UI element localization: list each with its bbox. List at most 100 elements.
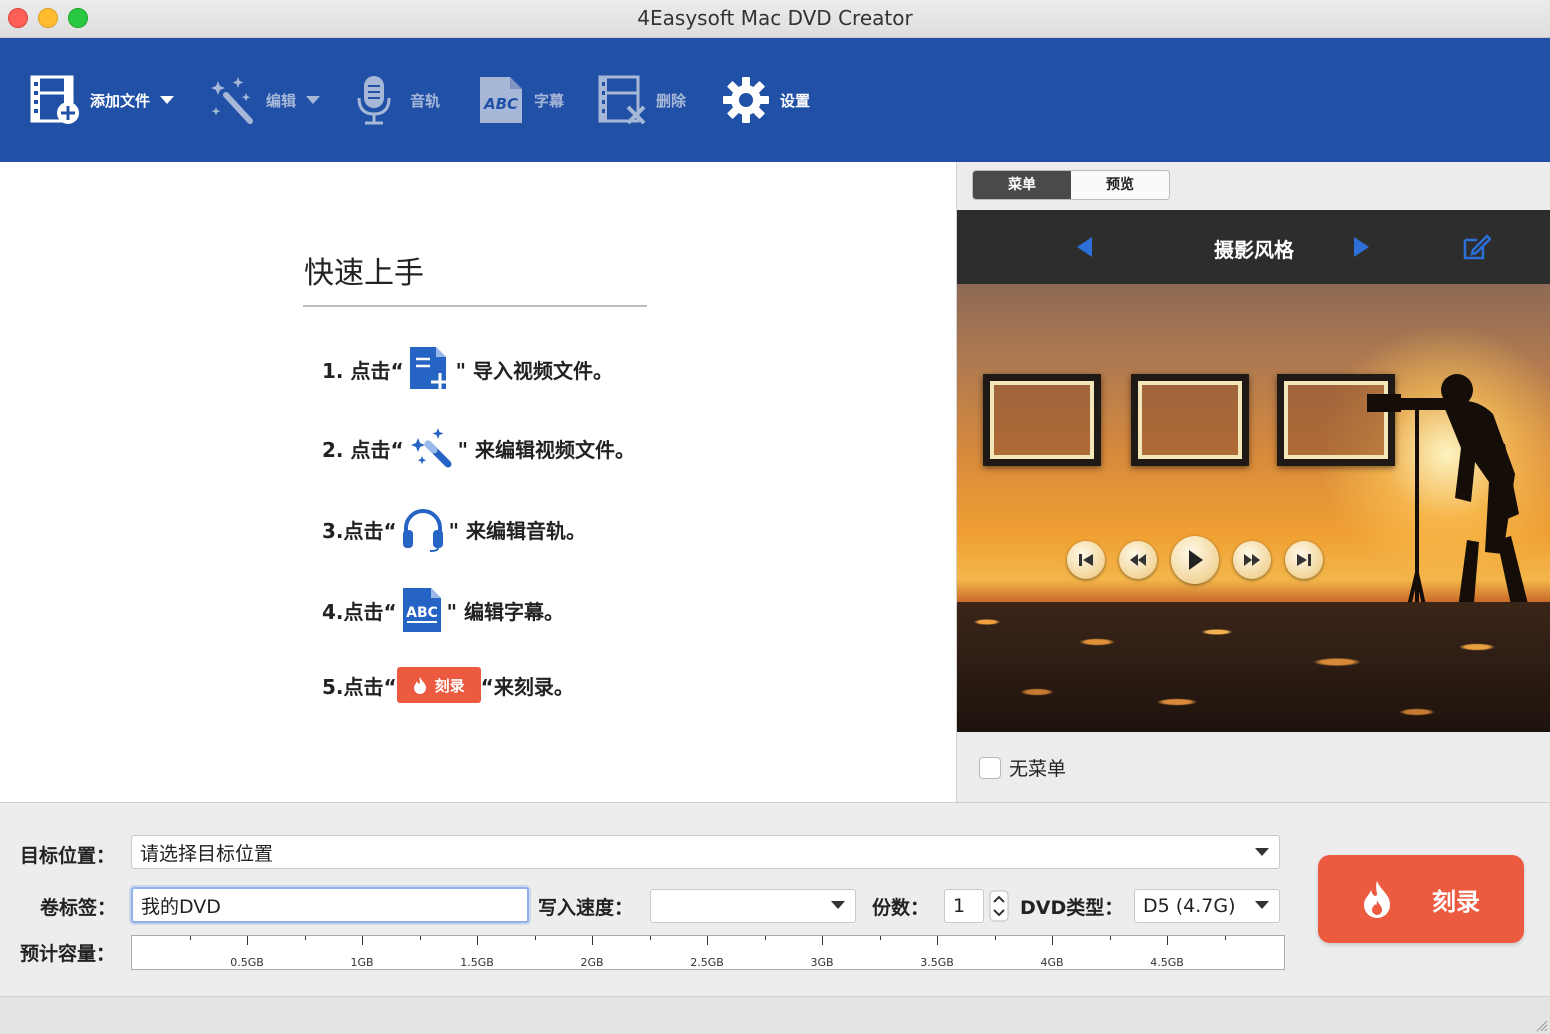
burn-mini-badge: 刻录 <box>396 667 481 703</box>
capacity-major-tick <box>362 936 363 945</box>
chapter-thumbnail-1[interactable] <box>983 374 1101 466</box>
capacity-major-tick <box>1167 936 1168 945</box>
capacity-minor-tick <box>994 936 996 940</box>
target-location-select[interactable]: 请选择目标位置 <box>131 835 1280 869</box>
capacity-major-tick <box>1052 936 1053 945</box>
skip-end-button[interactable] <box>1285 541 1323 579</box>
edit-dropdown-icon[interactable] <box>306 96 321 104</box>
quickstart-title: 快速上手 <box>304 256 424 291</box>
add-file-button[interactable]: 添加文件 <box>30 38 175 162</box>
quickstart-divider <box>303 305 647 307</box>
copies-input[interactable]: 1 <box>944 889 984 923</box>
write-speed-select[interactable] <box>650 889 856 923</box>
capacity-tick-label: 4GB <box>1040 956 1064 969</box>
copies-stepper[interactable] <box>989 890 1009 922</box>
menu-preview-image <box>957 284 1550 732</box>
no-menu-checkbox[interactable] <box>979 756 1001 779</box>
title-bar: 4Easysoft Mac DVD Creator <box>0 0 1550 38</box>
capacity-tick-label: 0.5GB <box>230 956 264 969</box>
subtitle-label: 字幕 <box>534 91 565 110</box>
quickstart-step-1: 1. 点击“ " 导入视频文件。 <box>322 344 613 394</box>
target-location-dropdown-icon[interactable] <box>1255 848 1269 856</box>
volume-label-label: 卷标签： <box>40 897 117 919</box>
menu-panel: 菜单 预览 摄影风格 无菜单 <box>956 162 1550 802</box>
capacity-minor-tick <box>764 936 766 940</box>
magic-wand-icon <box>408 426 454 470</box>
app-window: 4Easysoft Mac DVD Creator 添加文件 编辑 音轨 ABC… <box>0 0 1550 1034</box>
add-file-label: 添加文件 <box>90 91 151 110</box>
settings-button[interactable]: 设置 <box>722 38 810 162</box>
capacity-major-tick <box>477 936 478 945</box>
burn-button[interactable]: 刻录 <box>1318 855 1524 943</box>
fast-forward-button[interactable] <box>1233 541 1271 579</box>
gear-icon <box>723 77 769 123</box>
tab-menu[interactable]: 菜单 <box>973 171 1071 199</box>
capacity-tick-label: 1GB <box>350 956 374 969</box>
capacity-major-tick <box>707 936 708 945</box>
resize-grip-icon[interactable] <box>1534 1018 1548 1032</box>
capacity-major-tick <box>937 936 938 945</box>
delete-film-icon <box>598 75 646 125</box>
capacity-minor-tick <box>304 936 306 940</box>
rewind-icon <box>1130 554 1146 566</box>
edit-label: 编辑 <box>266 91 297 110</box>
capacity-bar: 0.5GB 1GB 1.5GB 2GB 2.5GB 3GB 3.5GB 4GB 4.5GB <box>131 935 1285 970</box>
play-button[interactable] <box>1171 536 1219 584</box>
rewind-button[interactable] <box>1119 541 1157 579</box>
main-toolbar: 添加文件 编辑 音轨 ABC 字幕 删除 设置 <box>0 38 1550 162</box>
write-speed-label: 写入速度： <box>538 897 634 919</box>
capacity-tick-label: 3.5GB <box>920 956 954 969</box>
skip-start-icon <box>1079 554 1093 566</box>
audio-track-button[interactable]: 音轨 <box>356 38 440 162</box>
tab-preview[interactable]: 预览 <box>1071 171 1169 199</box>
quickstart-panel: 快速上手 1. 点击“ " 导入视频文件。 2. 点击“ " 来编辑视频文件。 … <box>0 162 956 802</box>
delete-button[interactable]: 删除 <box>598 38 686 162</box>
subtitle-button[interactable]: ABC 字幕 <box>478 38 564 162</box>
microphone-icon <box>357 76 391 125</box>
skip-start-button[interactable] <box>1067 541 1105 579</box>
dvd-type-label: DVD类型： <box>1020 897 1124 919</box>
add-file-icon <box>30 75 79 124</box>
add-file-dropdown-icon[interactable] <box>160 96 175 104</box>
headphones-icon <box>401 506 445 552</box>
capacity-major-tick <box>247 936 248 945</box>
next-theme-icon[interactable] <box>1354 237 1369 257</box>
capacity-minor-tick <box>419 936 421 940</box>
flame-icon <box>1364 881 1390 918</box>
fast-forward-icon <box>1244 554 1260 566</box>
edit-menu-icon[interactable] <box>1461 232 1491 262</box>
capacity-tick-label: 1.5GB <box>460 956 494 969</box>
flame-icon <box>413 677 426 694</box>
capacity-minor-tick <box>189 936 191 940</box>
no-menu-option[interactable]: 无菜单 <box>979 754 1066 781</box>
write-speed-dropdown-icon[interactable] <box>831 901 845 909</box>
target-location-label: 目标位置： <box>20 845 116 867</box>
edit-button[interactable]: 编辑 <box>210 38 321 162</box>
quickstart-step-4: 4.点击“ ABC " 编辑字幕。 <box>322 585 564 635</box>
water-reflection <box>957 602 1550 732</box>
preview-playback-controls <box>1067 536 1323 584</box>
quickstart-step-3: 3.点击“ " 来编辑音轨。 <box>322 504 586 554</box>
output-settings-panel: 目标位置： 请选择目标位置 卷标签： 我的DVD 写入速度： 份数： 1 DVD… <box>0 802 1550 996</box>
capacity-tick-label: 4.5GB <box>1150 956 1184 969</box>
estimated-capacity-label: 预计容量： <box>20 943 116 965</box>
capacity-major-tick <box>592 936 593 945</box>
dvd-type-dropdown-icon[interactable] <box>1255 901 1269 909</box>
quickstart-step-5: 5.点击“ 刻录 “来刻录。 <box>322 660 574 710</box>
capacity-minor-tick <box>1109 936 1111 940</box>
no-menu-label: 无菜单 <box>1009 758 1067 780</box>
capacity-tick-label: 2.5GB <box>690 956 724 969</box>
capacity-tick-label: 3GB <box>810 956 834 969</box>
capacity-minor-tick <box>1224 936 1226 940</box>
play-icon <box>1189 550 1203 570</box>
svg-text:ABC: ABC <box>483 95 518 113</box>
add-file-icon <box>408 345 452 393</box>
capacity-minor-tick <box>649 936 651 940</box>
volume-label-input[interactable]: 我的DVD <box>131 887 529 923</box>
theme-selector-bar: 摄影风格 <box>957 210 1550 284</box>
chapter-thumbnail-2[interactable] <box>1131 374 1249 466</box>
quickstart-step-2: 2. 点击“ " 来编辑视频文件。 <box>322 423 635 473</box>
status-bar <box>0 996 1550 1034</box>
skip-end-icon <box>1297 554 1311 566</box>
settings-label: 设置 <box>780 91 811 110</box>
